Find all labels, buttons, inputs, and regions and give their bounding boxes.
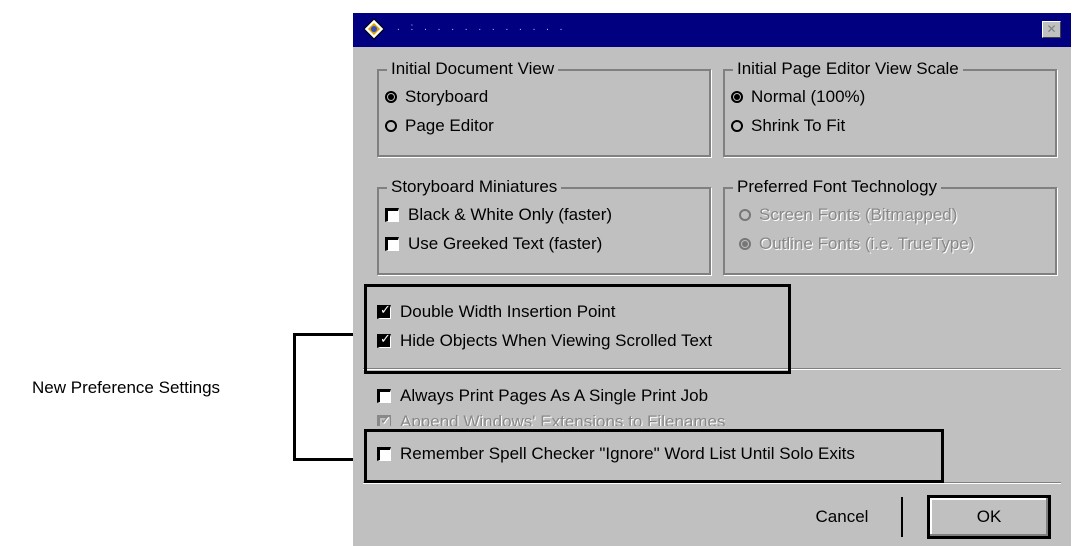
group-title: Initial Page Editor View Scale [733,59,963,79]
title-bar[interactable]: . : . . . . . . . . . . . ✕ [353,13,1071,47]
group-title: Preferred Font Technology [733,177,942,197]
new-settings-highlight-box [364,284,791,374]
radio-icon [385,120,397,132]
checkbox-icon [377,389,391,403]
app-icon [363,18,385,40]
checkbox-icon [385,208,399,222]
checkbox-always-print-single-job[interactable]: Always Print Pages As A Single Print Job [377,386,708,406]
cancel-button[interactable]: Cancel [783,497,903,537]
new-setting-highlight-box [364,429,944,483]
radio-outline-fonts[interactable]: Outline Fonts (i.e. TrueType) [739,234,974,254]
storyboard-miniatures-group: Storyboard Miniatures [377,177,711,275]
radio-disabled-icon [739,209,751,221]
radio-selected-icon [731,91,743,103]
radio-icon [731,120,743,132]
callout-label: New Preference Settings [32,378,221,397]
close-icon: ✕ [1046,22,1057,36]
group-title: Initial Document View [387,59,559,79]
initial-page-editor-view-scale-group: Initial Page Editor View Scale [723,59,1057,157]
group-title: Storyboard Miniatures [387,177,562,197]
ok-button[interactable]: OK [927,495,1051,539]
checkbox-disabled-checked-icon: ✓ [377,414,391,426]
checkbox-append-windows-extensions[interactable]: ✓ Append Windows' Extensions to Filenames [377,412,725,426]
window-title: . : . . . . . . . . . . . [397,22,567,33]
radio-screen-fonts[interactable]: Screen Fonts (Bitmapped) [739,205,957,225]
radio-page-editor[interactable]: Page Editor [385,116,494,136]
preferred-font-technology-group: Preferred Font Technology [723,177,1057,275]
checkbox-icon [385,237,399,251]
radio-shrink-to-fit[interactable]: Shrink To Fit [731,116,845,136]
radio-disabled-selected-icon [739,238,751,250]
radio-normal-100[interactable]: Normal (100%) [731,87,865,107]
checkbox-use-greeked-text[interactable]: Use Greeked Text (faster) [385,234,602,254]
close-button[interactable]: ✕ [1042,21,1061,38]
checkbox-black-white-only[interactable]: Black & White Only (faster) [385,205,612,225]
radio-storyboard[interactable]: Storyboard [385,87,488,107]
radio-selected-icon [385,91,397,103]
initial-document-view-group: Initial Document View [377,59,711,157]
